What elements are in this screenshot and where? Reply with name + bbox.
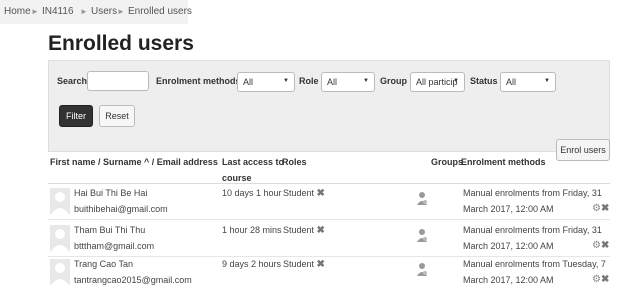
status-value: All bbox=[506, 77, 517, 87]
avatar bbox=[50, 188, 70, 214]
avatar bbox=[50, 259, 70, 285]
enrolment-line-2: March 2017, 12:00 AM bbox=[463, 275, 554, 285]
row-divider bbox=[48, 219, 610, 220]
enrolment-line-1: Manual enrolments from Tuesday, 7 bbox=[463, 259, 606, 269]
user-name-link[interactable]: Hai Bui Thi Be Hai bbox=[74, 185, 147, 201]
last-access: 10 days 1 hour bbox=[222, 188, 282, 198]
group-label: Group bbox=[380, 76, 407, 86]
table-row: Tham Bui Thi Thu btttham@gmail.com 1 hou… bbox=[48, 221, 610, 257]
group-value: All particip bbox=[416, 77, 458, 87]
user-name-link[interactable]: Trang Cao Tan bbox=[74, 256, 133, 272]
breadcrumb-course[interactable]: IN4116 bbox=[42, 6, 74, 17]
enrolment-actions: ⚙✖ bbox=[592, 274, 609, 285]
role-name: Student bbox=[283, 259, 315, 269]
breadcrumb-separator-icon: ► bbox=[31, 7, 39, 16]
role-cell: Student ✖ bbox=[283, 222, 325, 239]
role-select[interactable]: All ▼ bbox=[321, 72, 375, 92]
last-access: 1 hour 28 mins bbox=[222, 225, 282, 235]
breadcrumb-users[interactable]: Users bbox=[91, 6, 117, 17]
column-header-name[interactable]: First name / Surname ^ / Email address bbox=[50, 154, 218, 170]
user-email: btttham@gmail.com bbox=[74, 241, 155, 251]
gear-icon[interactable]: ⚙ bbox=[592, 274, 601, 285]
status-label: Status bbox=[470, 76, 498, 86]
remove-role-icon[interactable]: ✖ bbox=[317, 259, 325, 270]
enrolment-methods-value: All bbox=[243, 77, 254, 87]
user-email: tantrangcao2015@gmail.com bbox=[74, 275, 192, 285]
search-label: Search bbox=[57, 76, 88, 86]
role-value: All bbox=[327, 77, 338, 87]
group-person-icon[interactable] bbox=[416, 228, 428, 242]
breadcrumb-separator-icon: ► bbox=[80, 7, 88, 16]
role-label: Role bbox=[299, 76, 319, 86]
group-person-icon[interactable] bbox=[416, 262, 428, 276]
enrolment-line-1: Manual enrolments from Friday, 31 bbox=[463, 225, 602, 235]
gear-icon[interactable]: ⚙ bbox=[592, 203, 601, 214]
unenrol-icon[interactable]: ✖ bbox=[601, 240, 609, 251]
reset-button[interactable]: Reset bbox=[99, 105, 135, 127]
remove-role-icon[interactable]: ✖ bbox=[317, 188, 325, 199]
breadcrumb-home[interactable]: Home bbox=[4, 6, 31, 17]
enrolment-line-2: March 2017, 12:00 AM bbox=[463, 241, 554, 251]
page-title: Enrolled users bbox=[48, 32, 194, 55]
chevron-down-icon: ▼ bbox=[544, 78, 550, 84]
unenrol-icon[interactable]: ✖ bbox=[601, 203, 609, 214]
status-select[interactable]: All ▼ bbox=[500, 72, 556, 92]
breadcrumb-current: Enrolled users bbox=[128, 6, 192, 17]
breadcrumb: Home ► IN4116 ► Users ► Enrolled users bbox=[0, 0, 192, 24]
filter-button[interactable]: Filter bbox=[59, 105, 93, 127]
enrolment-actions: ⚙✖ bbox=[592, 240, 609, 251]
enrolment-line-2: March 2017, 12:00 AM bbox=[463, 204, 554, 214]
role-cell: Student ✖ bbox=[283, 185, 325, 202]
enrol-users-button[interactable]: Enrol users bbox=[556, 139, 610, 161]
avatar bbox=[50, 225, 70, 251]
enrolment-line-1: Manual enrolments from Friday, 31 bbox=[463, 188, 602, 198]
gear-icon[interactable]: ⚙ bbox=[592, 240, 601, 251]
enrolment-methods-label: Enrolment methods bbox=[156, 76, 241, 86]
user-name-link[interactable]: Tham Bui Thi Thu bbox=[74, 222, 145, 238]
unenrol-icon[interactable]: ✖ bbox=[601, 274, 609, 285]
chevron-down-icon: ▼ bbox=[363, 78, 369, 84]
column-header-enrolment-methods[interactable]: Enrolment methods bbox=[461, 154, 546, 170]
role-cell: Student ✖ bbox=[283, 256, 325, 273]
filter-panel: Search Enrolment methods All ▼ Role All … bbox=[48, 60, 610, 152]
remove-role-icon[interactable]: ✖ bbox=[317, 225, 325, 236]
table-row: Trang Cao Tan tantrangcao2015@gmail.com … bbox=[48, 255, 610, 291]
table-row: Hai Bui Thi Be Hai buithibehai@gmail.com… bbox=[48, 184, 610, 220]
chevron-down-icon: ▼ bbox=[283, 78, 289, 84]
chevron-down-icon: ▼ bbox=[453, 78, 459, 84]
column-header-groups[interactable]: Groups bbox=[431, 154, 463, 170]
group-select[interactable]: All particip ▼ bbox=[410, 72, 465, 92]
enrolment-actions: ⚙✖ bbox=[592, 203, 609, 214]
column-header-last-access-line1: Last access to bbox=[222, 157, 285, 167]
last-access: 9 days 2 hours bbox=[222, 259, 282, 269]
breadcrumb-separator-icon: ► bbox=[117, 7, 125, 16]
group-person-icon[interactable] bbox=[416, 191, 428, 205]
role-name: Student bbox=[283, 225, 315, 235]
search-input[interactable] bbox=[87, 71, 149, 91]
column-header-last-access[interactable]: Last access to course bbox=[222, 154, 284, 186]
user-email: buithibehai@gmail.com bbox=[74, 204, 168, 214]
enrolment-methods-select[interactable]: All ▼ bbox=[237, 72, 295, 92]
column-header-last-access-line2: course bbox=[222, 173, 252, 183]
role-name: Student bbox=[283, 188, 315, 198]
column-header-roles[interactable]: Roles bbox=[282, 154, 307, 170]
